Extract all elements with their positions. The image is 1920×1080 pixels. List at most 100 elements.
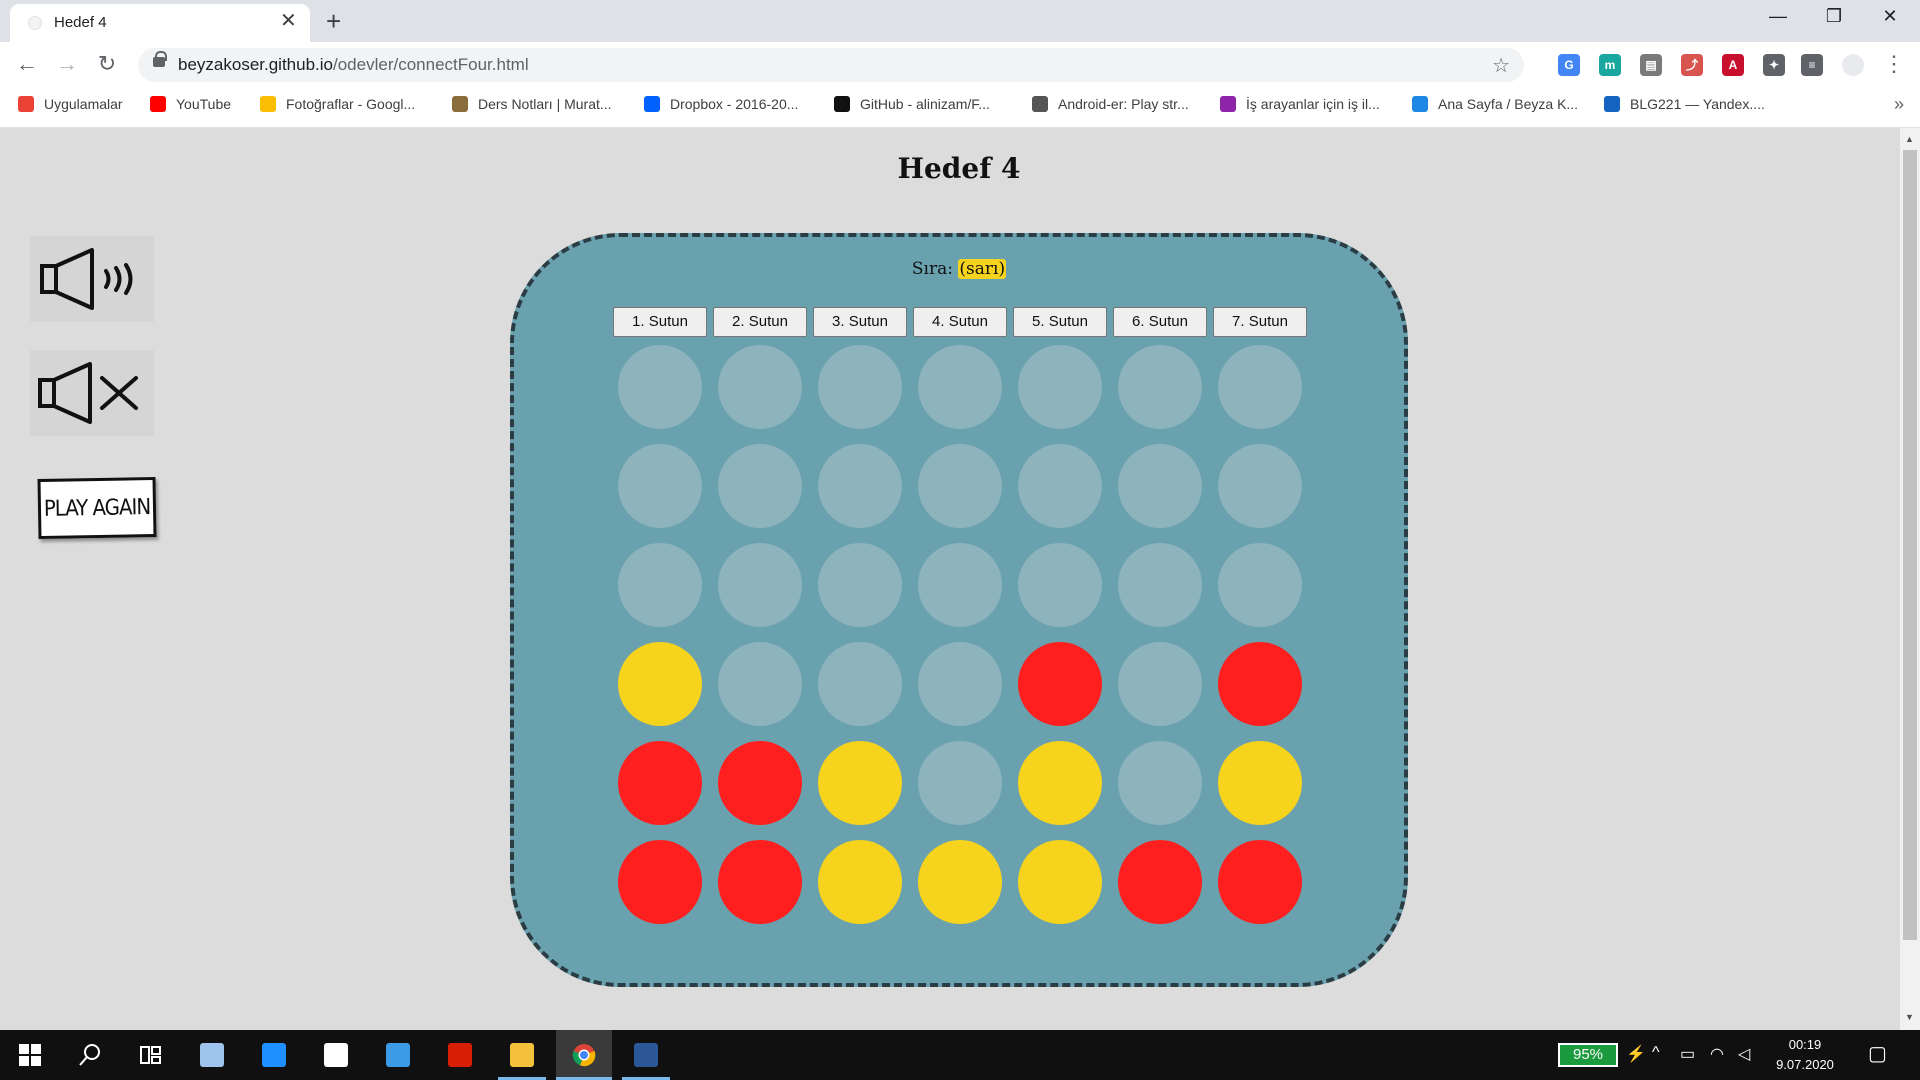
bookmark-star-icon[interactable]: ☆ xyxy=(1492,53,1510,78)
column-2-button[interactable]: 2. Sutun xyxy=(713,307,807,337)
taskbar-button[interactable] xyxy=(556,1030,612,1080)
column-3-button[interactable]: 3. Sutun xyxy=(813,307,907,337)
board-cell-empty xyxy=(1118,741,1202,825)
bookmark-label: Ana Sayfa / Beyza K... xyxy=(1438,96,1579,112)
start-icon xyxy=(18,1043,42,1067)
sound-off-button[interactable] xyxy=(30,350,154,436)
task-view-icon xyxy=(138,1043,162,1067)
scroll-up-icon[interactable]: ▲ xyxy=(1905,134,1914,144)
taskbar-button[interactable] xyxy=(246,1030,302,1080)
column-7-button[interactable]: 7. Sutun xyxy=(1213,307,1307,337)
acrobat-extension-icon[interactable]: A xyxy=(1722,54,1744,76)
board-cell-empty xyxy=(618,444,702,528)
address-bar[interactable]: beyzakoser.github.io/odevler/connectFour… xyxy=(138,48,1524,82)
pdf-extension-icon[interactable]: ⤴ xyxy=(1681,54,1703,76)
profile-avatar[interactable] xyxy=(1842,54,1864,76)
minimize-window-button[interactable]: — xyxy=(1758,6,1798,27)
new-tab-button[interactable]: + xyxy=(326,6,341,37)
m-extension-icon[interactable]: m xyxy=(1599,54,1621,76)
tab-title: Hedef 4 xyxy=(54,14,107,31)
github-icon xyxy=(834,96,850,112)
sound-on-button[interactable] xyxy=(30,236,154,322)
youtube-icon xyxy=(150,96,166,112)
bookmark-item[interactable]: GitHub - alinizam/F... xyxy=(834,96,990,112)
column-1-button[interactable]: 1. Sutun xyxy=(613,307,707,337)
taskbar-button[interactable] xyxy=(370,1030,426,1080)
bookmark-item[interactable]: Fotoğraflar - Googl... xyxy=(260,96,415,112)
clock-date: 9.07.2020 xyxy=(1776,1057,1834,1072)
browser-tab[interactable]: Hedef 4 ✕ xyxy=(10,4,310,42)
url-text[interactable]: beyzakoser.github.io/odevler/connectFour… xyxy=(178,55,529,75)
speaker-on-icon xyxy=(40,248,133,310)
translate-extension-icon[interactable]: G xyxy=(1558,54,1580,76)
stack-extension-icon[interactable]: ▤ xyxy=(1640,54,1662,76)
battery-tray-icon[interactable]: ▭ xyxy=(1680,1044,1695,1064)
bookmark-item[interactable]: İş arayanlar için iş il... xyxy=(1220,96,1380,112)
taskbar-button[interactable] xyxy=(2,1030,58,1080)
bookmark-item[interactable]: Uygulamalar xyxy=(18,96,123,112)
board-cell-red xyxy=(718,840,802,924)
board-cell-red xyxy=(1218,642,1302,726)
turn-value: (sarı) xyxy=(958,259,1007,279)
column-4-button[interactable]: 4. Sutun xyxy=(913,307,1007,337)
battery-indicator[interactable]: 95% xyxy=(1558,1043,1618,1067)
play-again-button[interactable]: PLAY AGAIN xyxy=(37,476,157,540)
turn-label: Sıra: xyxy=(911,259,953,279)
3d-viewer-icon xyxy=(200,1043,224,1067)
bookmarks-more-icon[interactable]: » xyxy=(1894,94,1904,115)
column-6-button[interactable]: 6. Sutun xyxy=(1113,307,1207,337)
title-bar: Hedef 4 ✕ + — ❐ ✕ xyxy=(0,0,1920,42)
board-cell-empty xyxy=(718,444,802,528)
board-cell-red xyxy=(1218,840,1302,924)
bookmark-label: Uygulamalar xyxy=(44,96,123,112)
board-cell-empty xyxy=(1018,345,1102,429)
back-button[interactable]: ← xyxy=(13,51,41,77)
photos-icon xyxy=(260,96,276,112)
bookmark-label: Dropbox - 2016-20... xyxy=(670,96,799,112)
bookmark-label: YouTube xyxy=(176,96,232,112)
power-plug-icon[interactable]: ⚡ xyxy=(1626,1044,1646,1064)
yandex-disk-icon xyxy=(1604,96,1620,112)
speaker-mute-icon xyxy=(38,362,138,424)
forward-button[interactable]: → xyxy=(53,51,81,77)
bookmark-label: Android-er: Play str... xyxy=(1058,96,1189,112)
tray-chevron-icon[interactable]: ^ xyxy=(1652,1044,1660,1062)
taskbar-button[interactable] xyxy=(432,1030,488,1080)
board-cell-empty xyxy=(1118,642,1202,726)
notifications-icon[interactable]: ▢ xyxy=(1868,1041,1887,1066)
system-clock[interactable]: 00:19 9.07.2020 xyxy=(1760,1035,1850,1075)
menu-kebab-icon[interactable]: ⋮ xyxy=(1880,51,1908,77)
bookmark-item[interactable]: Ana Sayfa / Beyza K... xyxy=(1412,96,1578,112)
person-icon xyxy=(452,96,468,112)
taskbar-button[interactable] xyxy=(62,1030,118,1080)
acrobat-icon xyxy=(448,1043,472,1067)
scroll-down-icon[interactable]: ▼ xyxy=(1905,1012,1914,1022)
close-window-button[interactable]: ✕ xyxy=(1870,6,1910,27)
page-scrollbar[interactable]: ▲ ▼ xyxy=(1900,128,1920,1030)
board-cell-empty xyxy=(618,345,702,429)
maximize-window-button[interactable]: ❐ xyxy=(1814,6,1854,27)
volume-icon[interactable]: ◁ xyxy=(1738,1044,1750,1064)
taskbar-button[interactable] xyxy=(308,1030,364,1080)
wifi-icon[interactable]: ◠ xyxy=(1710,1044,1724,1064)
chrome-icon xyxy=(572,1043,596,1067)
store-icon xyxy=(324,1043,348,1067)
media-control-icon[interactable]: ≡ xyxy=(1801,54,1823,76)
scrollbar-thumb[interactable] xyxy=(1903,150,1917,940)
board-cell-empty xyxy=(818,444,902,528)
bookmark-item[interactable]: Ders Notları | Murat... xyxy=(452,96,612,112)
taskbar-button[interactable] xyxy=(618,1030,674,1080)
tab-close-icon[interactable]: ✕ xyxy=(280,11,297,31)
bookmark-item[interactable]: YouTube xyxy=(150,96,231,112)
bookmark-item[interactable]: Dropbox - 2016-20... xyxy=(644,96,798,112)
puzzle-extension-icon[interactable]: ✦ xyxy=(1763,54,1785,76)
reload-button[interactable]: ↻ xyxy=(93,51,121,77)
board-cell-yellow xyxy=(818,840,902,924)
column-5-button[interactable]: 5. Sutun xyxy=(1013,307,1107,337)
windows-taskbar: 95% ⚡ ^ ▭ ◠ ◁ 00:19 9.07.2020 ▢ xyxy=(0,1030,1920,1080)
taskbar-button[interactable] xyxy=(184,1030,240,1080)
bookmark-item[interactable]: BLG221 — Yandex.... xyxy=(1604,96,1765,112)
taskbar-button[interactable] xyxy=(494,1030,550,1080)
bookmark-item[interactable]: Android-er: Play str... xyxy=(1032,96,1189,112)
taskbar-button[interactable] xyxy=(122,1030,178,1080)
